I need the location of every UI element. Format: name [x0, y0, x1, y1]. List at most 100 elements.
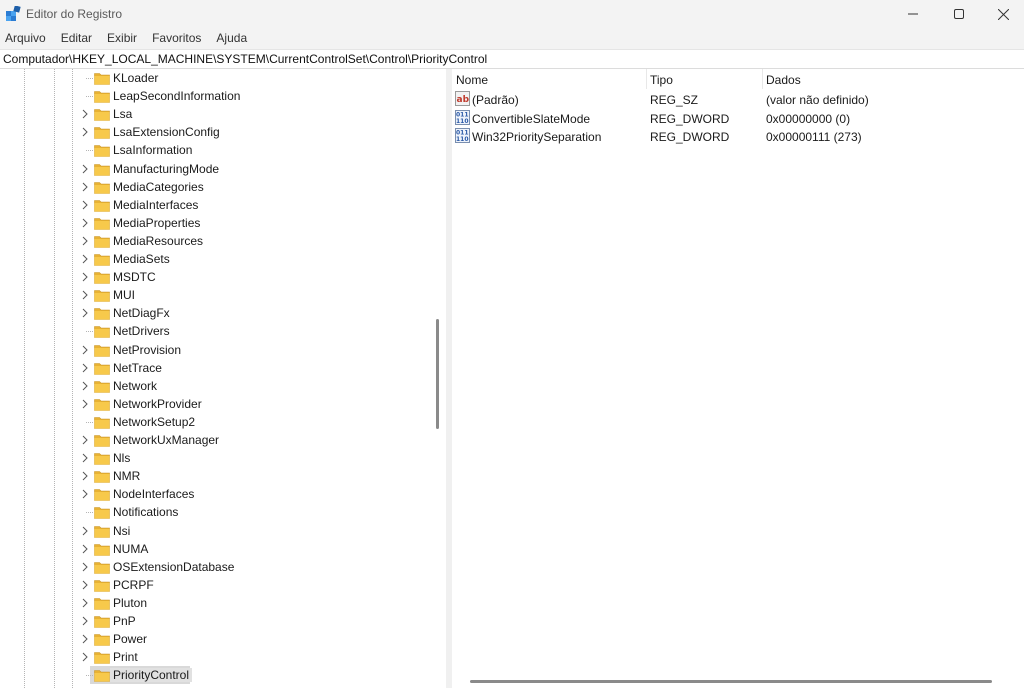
tree-item[interactable]: NetworkUxManager — [0, 431, 430, 449]
chevron-right-icon[interactable] — [80, 253, 90, 265]
tree-item[interactable]: NetProvision — [0, 341, 430, 359]
chevron-right-icon[interactable] — [80, 271, 90, 283]
chevron-right-icon[interactable] — [80, 199, 90, 211]
tree-item[interactable]: MediaSets — [0, 250, 430, 268]
folder-icon — [94, 435, 110, 447]
chevron-right-icon[interactable] — [80, 362, 90, 374]
tree-item[interactable]: MSDTC — [0, 268, 430, 286]
tree-item[interactable]: Pluton — [0, 594, 430, 612]
menu-arquivo[interactable]: Arquivo — [5, 29, 46, 48]
tree-item[interactable]: KLoader — [0, 69, 430, 87]
maximize-button[interactable] — [936, 0, 982, 28]
chevron-right-icon[interactable] — [80, 235, 90, 247]
chevron-right-icon[interactable] — [80, 126, 90, 138]
tree-item[interactable]: NetworkSetup2 — [0, 413, 430, 431]
tree-item-label: MSDTC — [113, 270, 156, 285]
column-header-name[interactable]: Nome — [456, 73, 488, 87]
tree-item[interactable]: NUMA — [0, 540, 430, 558]
tree-item[interactable]: Print — [0, 648, 430, 666]
folder-icon — [94, 471, 110, 483]
tree-item-label: NetworkSetup2 — [113, 414, 196, 429]
chevron-right-icon[interactable] — [80, 289, 90, 301]
menu-ajuda[interactable]: Ajuda — [216, 29, 247, 48]
chevron-right-icon[interactable] — [80, 181, 90, 193]
tree-scrollbar[interactable] — [430, 69, 446, 688]
column-divider[interactable] — [646, 69, 647, 89]
chevron-right-icon[interactable] — [80, 470, 90, 482]
value-row[interactable]: ab (Padrão) REG_SZ (valor não definido) — [452, 90, 1024, 108]
tree-item-label: LsaExtensionConfig — [113, 125, 220, 140]
column-header-type[interactable]: Tipo — [650, 73, 673, 87]
chevron-right-icon[interactable] — [80, 108, 90, 120]
tree-item[interactable]: MediaCategories — [0, 178, 430, 196]
tree-item[interactable]: MediaInterfaces — [0, 196, 430, 214]
chevron-right-icon[interactable] — [80, 543, 90, 555]
tree-item[interactable]: PCRPF — [0, 576, 430, 594]
tree-item[interactable]: Lsa — [0, 105, 430, 123]
tree-item-label: PCRPF — [113, 577, 154, 592]
tree-item[interactable]: PriorityControl — [0, 666, 430, 685]
chevron-right-icon[interactable] — [80, 561, 90, 573]
value-data: (valor não definido) — [766, 93, 869, 107]
tree-item[interactable]: LsaInformation — [0, 141, 430, 159]
chevron-right-icon[interactable] — [80, 344, 90, 356]
tree-item[interactable]: PnP — [0, 612, 430, 630]
chevron-right-icon[interactable] — [80, 615, 90, 627]
tree-item[interactable]: NMR — [0, 467, 430, 485]
tree-item[interactable]: Network — [0, 377, 430, 395]
chevron-right-icon[interactable] — [80, 651, 90, 663]
close-button[interactable] — [980, 0, 1024, 28]
address-bar[interactable]: Computador\HKEY_LOCAL_MACHINE\SYSTEM\Cur… — [0, 49, 1024, 69]
tree-item-label: Print — [113, 650, 138, 665]
tree-item[interactable]: Notifications — [0, 503, 430, 521]
column-divider[interactable] — [762, 69, 763, 89]
folder-icon — [94, 362, 110, 375]
window-title: Editor do Registro — [26, 7, 123, 21]
folder-icon — [94, 344, 110, 357]
tree-item[interactable]: NetTrace — [0, 359, 430, 377]
tree-item[interactable]: OSExtensionDatabase — [0, 558, 430, 576]
chevron-right-icon[interactable] — [80, 380, 90, 392]
values-list[interactable]: Nome Tipo Dados ab (Padrão) REG_SZ (valor n… — [452, 69, 1024, 688]
tree-item[interactable]: NetworkProvider — [0, 395, 430, 413]
chevron-right-icon[interactable] — [80, 579, 90, 591]
chevron-right-icon[interactable] — [80, 488, 90, 500]
tree-item[interactable]: ManufacturingMode — [0, 160, 430, 178]
string-value-icon: ab — [455, 91, 470, 106]
tree-item[interactable]: NetDrivers — [0, 322, 430, 340]
column-header-data[interactable]: Dados — [766, 73, 801, 87]
chevron-right-icon[interactable] — [80, 597, 90, 609]
menu-editar[interactable]: Editar — [61, 29, 92, 48]
value-row[interactable]: 011 110 ConvertibleSlateMode REG_DWORD 0x000… — [452, 109, 1024, 127]
chevron-right-icon[interactable] — [80, 307, 90, 319]
tree-item[interactable]: Nsi — [0, 522, 430, 540]
folder-icon — [94, 670, 110, 683]
tree-scrollbar-thumb[interactable] — [436, 319, 439, 429]
chevron-right-icon[interactable] — [80, 525, 90, 537]
chevron-right-icon[interactable] — [80, 633, 90, 645]
tree-item[interactable]: LsaExtensionConfig — [0, 123, 430, 141]
tree-item[interactable]: MediaProperties — [0, 214, 430, 232]
tree-item[interactable]: LeapSecondInformation — [0, 87, 430, 105]
menu-favoritos[interactable]: Favoritos — [152, 29, 201, 48]
values-horizontal-scrollbar[interactable] — [470, 680, 992, 683]
tree-item[interactable]: MUI — [0, 286, 430, 304]
value-row[interactable]: 011 110 Win32PrioritySeparation REG_DWORD 0x… — [452, 127, 1024, 145]
tree-item-label: NetDrivers — [113, 324, 170, 339]
chevron-right-icon[interactable] — [80, 217, 90, 229]
menu-exibir[interactable]: Exibir — [107, 29, 137, 48]
tree-item[interactable]: Nls — [0, 449, 430, 467]
chevron-right-icon[interactable] — [80, 163, 90, 175]
chevron-right-icon[interactable] — [80, 452, 90, 464]
chevron-right-icon[interactable] — [80, 434, 90, 446]
tree-item[interactable]: Power — [0, 630, 430, 648]
tree-item[interactable]: NetDiagFx — [0, 304, 430, 322]
tree-item[interactable]: NodeInterfaces — [0, 485, 430, 503]
tree-item[interactable]: MediaResources — [0, 232, 430, 250]
minimize-button[interactable] — [890, 0, 936, 28]
folder-icon — [94, 217, 110, 230]
key-tree[interactable]: KLoader LeapSecondInformation Lsa LsaExtens… — [0, 69, 446, 688]
tree-item-label: NetProvision — [113, 342, 182, 357]
chevron-right-icon[interactable] — [80, 398, 90, 410]
folder-icon — [94, 326, 110, 339]
